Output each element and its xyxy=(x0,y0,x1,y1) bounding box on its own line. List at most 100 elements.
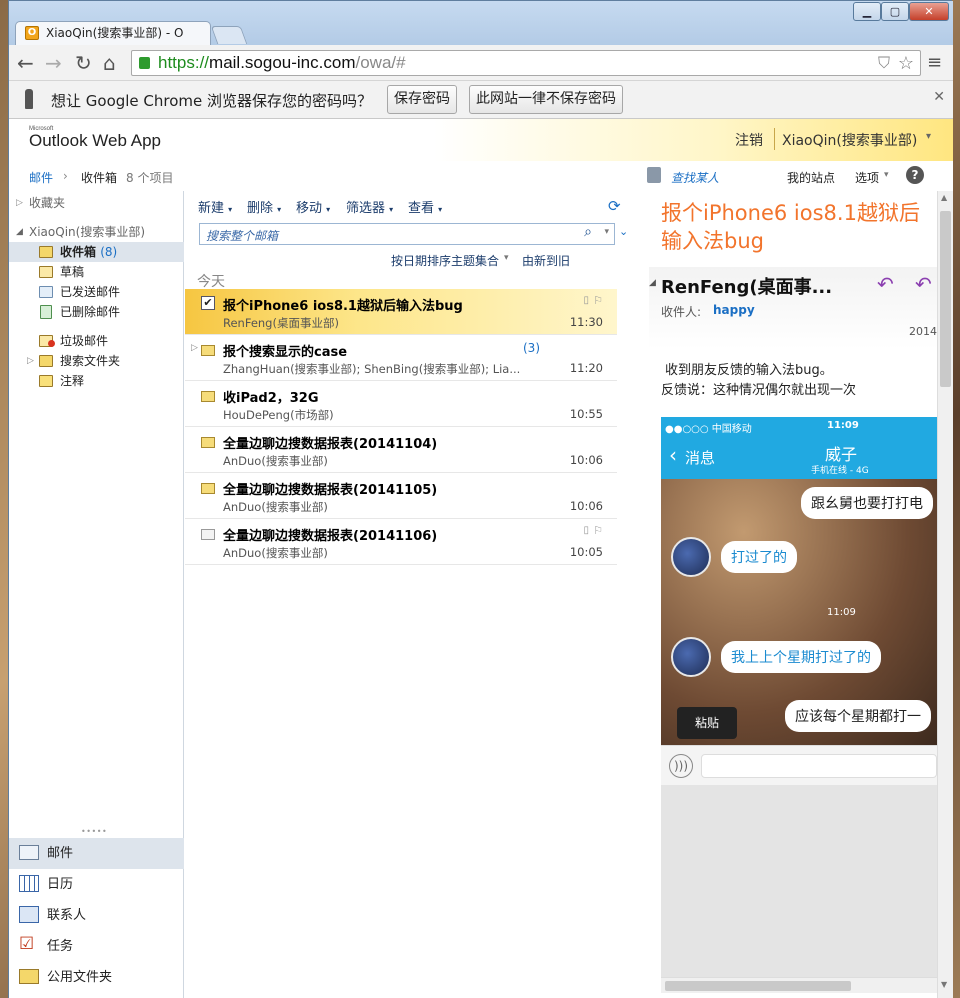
search-icon[interactable]: ⌕ xyxy=(584,224,592,240)
folder-junk[interactable]: 垃圾邮件 xyxy=(9,331,184,351)
reply-all-icon[interactable]: ↶ xyxy=(915,272,932,296)
address-bar[interactable]: https://mail.sogou-inc.com/owa/# ⛉ ☆ xyxy=(131,50,921,76)
nav-tasks[interactable]: ☑ 任务 xyxy=(9,931,184,962)
filter-button[interactable]: 筛选器 ▾ xyxy=(346,197,393,216)
collapse-header-icon[interactable]: ◢ xyxy=(649,278,656,288)
delete-button[interactable]: 删除 ▾ xyxy=(247,197,281,216)
back-icon[interactable]: ← xyxy=(17,53,34,73)
collapse-icon: ◢ xyxy=(16,227,23,237)
message-row[interactable]: 全量边聊边搜数据报表(20141104) AnDuo(搜索事业部) 10:06 xyxy=(185,427,617,473)
tasks-icon: ☑ xyxy=(19,934,35,954)
favorites-header[interactable]: ▷ 收藏夹 xyxy=(9,193,184,213)
folder-deleted[interactable]: 已删除邮件 xyxy=(9,302,184,322)
scroll-up-icon[interactable]: ▲ xyxy=(941,193,947,202)
nav-public-folders[interactable]: 公用文件夹 xyxy=(9,962,184,993)
minimize-icon[interactable]: ▁ xyxy=(853,2,881,21)
chevron-left-icon: ‹ xyxy=(669,443,677,467)
reading-subject: 报个iPhone6 ios8.1越狱后输入法bug xyxy=(661,201,920,253)
category-icon[interactable]: ▯ xyxy=(583,525,589,536)
folder-sent[interactable]: 已发送邮件 xyxy=(9,282,184,302)
new-tab-button[interactable] xyxy=(210,26,248,44)
message-row[interactable]: 全量边聊边搜数据报表(20141105) AnDuo(搜索事业部) 10:06 xyxy=(185,473,617,519)
home-icon[interactable]: ⌂ xyxy=(103,53,116,73)
close-icon[interactable]: ✕ xyxy=(909,2,949,21)
folder-search[interactable]: ▷ 搜索文件夹 xyxy=(9,351,184,371)
pane-resize-handle[interactable]: • • • • • xyxy=(81,827,107,836)
flag-icon[interactable]: ⚐ xyxy=(593,294,603,307)
address-book-icon[interactable] xyxy=(647,167,661,183)
chevron-down-icon[interactable]: ▾ xyxy=(604,227,609,237)
message-row[interactable]: 收iPad2，32G HouDePeng(市场部) 10:55 xyxy=(185,381,617,427)
reading-vscrollbar[interactable]: ▲ ▼ xyxy=(937,191,953,998)
browser-window: O XiaoQin(搜索事业部) - O ▁ ▢ ✕ ← → ↻ ⌂ https… xyxy=(8,0,953,998)
account-header[interactable]: ◢ XiaoQin(搜索事业部) xyxy=(9,222,184,242)
nav-contacts[interactable]: 联系人 xyxy=(9,900,184,931)
recipient[interactable]: happy xyxy=(713,303,755,317)
move-button[interactable]: 移动 ▾ xyxy=(296,197,330,216)
breadcrumb-root[interactable]: 邮件 xyxy=(29,169,53,186)
reading-hscrollbar[interactable] xyxy=(661,977,937,993)
screenshot-image: ●●○○○ 中国移动 11:09 ‹ 消息 威子 手机在线 - 4G 跟幺舅也要… xyxy=(661,417,937,977)
my-site-link[interactable]: 我的站点 xyxy=(787,169,835,186)
browser-tab[interactable]: O XiaoQin(搜索事业部) - O xyxy=(15,21,211,45)
message-row[interactable]: ✔ 报个iPhone6 ios8.1越狱后输入法bug RenFeng(桌面事业… xyxy=(185,289,617,335)
scroll-down-icon[interactable]: ▼ xyxy=(941,980,947,989)
checkbox-icon[interactable]: ✔ xyxy=(201,296,215,310)
nav-calendar[interactable]: 日历 xyxy=(9,869,184,900)
expand-search-icon[interactable]: ⌄ xyxy=(619,225,628,238)
never-save-button[interactable]: 此网站一律不保存密码 xyxy=(469,85,623,114)
folder-drafts[interactable]: 草稿 xyxy=(9,262,184,282)
nav-mail[interactable]: 邮件 xyxy=(9,838,184,869)
trash-icon xyxy=(40,305,52,319)
folder-label: 注释 xyxy=(60,374,85,388)
outlook-favicon-icon: O xyxy=(25,26,39,40)
breadcrumb-current: 收件箱 xyxy=(81,171,118,185)
reply-icon[interactable]: ↶ xyxy=(877,272,894,296)
folder-label: 垃圾邮件 xyxy=(60,334,109,348)
close-infobar-icon[interactable]: ✕ xyxy=(933,89,945,105)
nav-label: 联系人 xyxy=(47,908,87,923)
reload-icon[interactable]: ↻ xyxy=(75,53,92,73)
bookmark-star-icon[interactable]: ☆ xyxy=(898,51,914,75)
reading-sender[interactable]: RenFeng(桌面事... xyxy=(661,273,832,299)
flag-icon[interactable]: ⚐ xyxy=(593,524,603,537)
chevron-right-icon: › xyxy=(63,169,68,183)
search-input[interactable]: 搜索整个邮箱 ⌕ ▾ xyxy=(199,223,615,245)
phone-input-bar: ))) xyxy=(661,745,937,785)
message-row[interactable]: ▷ 报个搜索显示的case (3) ZhangHuan(搜索事业部); Shen… xyxy=(185,335,617,381)
message-row[interactable]: 全量边聊边搜数据报表(20141106) AnDuo(搜索事业部) ▯ ⚐ 10… xyxy=(185,519,617,565)
folder-inbox[interactable]: 收件箱 (8) xyxy=(9,242,184,262)
save-password-button[interactable]: 保存密码 xyxy=(387,85,457,114)
chat-bubble: 应该每个星期都打一 xyxy=(785,700,931,732)
chat-bubble: 跟幺舅也要打打电 xyxy=(801,487,933,519)
owa-page: Microsoft Outlook Web App 注销 XiaoQin(搜索事… xyxy=(9,119,953,998)
nav-label: 任务 xyxy=(47,939,74,954)
sort-order-toggle[interactable]: 由新到旧 xyxy=(522,252,570,269)
scroll-thumb[interactable] xyxy=(940,211,951,387)
shield-icon[interactable]: ⛉ xyxy=(878,52,890,76)
find-people-link[interactable]: 查找某人 xyxy=(671,169,719,186)
maximize-icon[interactable]: ▢ xyxy=(881,2,909,21)
user-menu[interactable]: XiaoQin(搜索事业部) xyxy=(782,130,917,150)
forward-icon[interactable]: → xyxy=(45,53,62,73)
chevron-down-icon: ▾ xyxy=(389,205,394,214)
refresh-icon[interactable]: ⟳ xyxy=(608,197,621,215)
folder-notes[interactable]: 注释 xyxy=(9,371,184,391)
expand-icon: ▷ xyxy=(16,198,23,208)
view-button[interactable]: 查看 ▾ xyxy=(408,197,442,216)
chevron-down-icon[interactable]: ▾ xyxy=(926,131,931,142)
sort-by-menu[interactable]: 按日期排序主题集合 xyxy=(391,252,499,269)
help-icon[interactable]: ? xyxy=(906,166,924,184)
new-button[interactable]: 新建 ▾ xyxy=(198,197,232,216)
chat-bubble: 我上上个星期打过了的 xyxy=(721,641,881,673)
scroll-thumb[interactable] xyxy=(665,981,851,991)
calendar-icon xyxy=(19,875,39,892)
signout-link[interactable]: 注销 xyxy=(735,130,763,150)
options-menu[interactable]: 选项 xyxy=(855,169,879,186)
expand-thread-icon[interactable]: ▷ xyxy=(191,343,198,353)
chevron-down-icon: ▾ xyxy=(277,205,282,214)
reading-date: 2014 xyxy=(909,325,937,338)
category-icon[interactable]: ▯ xyxy=(583,295,589,306)
avatar xyxy=(671,537,711,577)
menu-icon[interactable]: ≡ xyxy=(927,53,942,73)
